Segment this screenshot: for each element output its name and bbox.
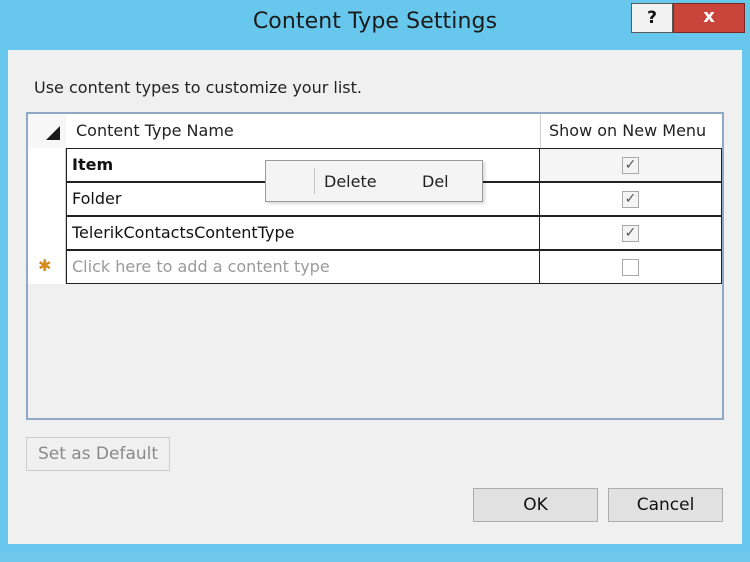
content-types-grid: Content Type Name Show on New Menu Item … <box>26 112 724 420</box>
column-header-name[interactable]: Content Type Name <box>66 114 540 148</box>
row-header[interactable] <box>28 182 66 216</box>
set-as-default-button[interactable]: Set as Default <box>26 437 170 471</box>
check-icon: ✓ <box>624 225 637 241</box>
show-on-new-menu-cell: ✓ <box>540 182 722 216</box>
show-on-new-menu-checkbox[interactable]: ✓ <box>622 157 639 174</box>
context-menu-item-delete[interactable]: Delete <box>324 172 377 191</box>
context-menu-separator <box>314 168 315 194</box>
ok-button[interactable]: OK <box>473 488 598 522</box>
table-row[interactable]: TelerikContactsContentType ✓ <box>28 216 722 250</box>
close-button[interactable]: x <box>673 3 745 33</box>
check-icon: ✓ <box>624 191 637 207</box>
dialog-body: Use content types to customize your list… <box>8 50 742 544</box>
row-header[interactable]: ✱ <box>28 250 66 284</box>
check-icon: ✓ <box>624 157 637 173</box>
title-bar: Content Type Settings ? x <box>0 0 750 50</box>
instructions-text: Use content types to customize your list… <box>34 78 362 97</box>
show-on-new-menu-cell <box>540 250 722 284</box>
context-menu-shortcut: Del <box>422 172 449 191</box>
context-menu: Delete Del <box>265 160 483 202</box>
select-all-corner[interactable] <box>28 114 66 148</box>
sort-triangle-icon <box>46 126 60 140</box>
column-header-show-on-new-menu[interactable]: Show on New Menu <box>540 114 722 148</box>
add-content-type-cell[interactable]: Click here to add a content type <box>66 250 540 284</box>
grid-header-row: Content Type Name Show on New Menu <box>28 114 722 148</box>
new-row-icon: ✱ <box>38 256 52 275</box>
cancel-button[interactable]: Cancel <box>608 488 723 522</box>
dialog-window: Content Type Settings ? x Use content ty… <box>0 0 750 552</box>
show-on-new-menu-checkbox[interactable]: ✓ <box>622 225 639 242</box>
content-type-name-cell[interactable]: TelerikContactsContentType <box>66 216 540 250</box>
show-on-new-menu-checkbox[interactable] <box>622 259 639 276</box>
new-row[interactable]: ✱ Click here to add a content type <box>28 250 722 284</box>
show-on-new-menu-cell: ✓ <box>540 216 722 250</box>
help-button[interactable]: ? <box>631 3 673 33</box>
row-header[interactable] <box>28 216 66 250</box>
show-on-new-menu-checkbox[interactable]: ✓ <box>622 191 639 208</box>
row-header[interactable] <box>28 148 66 182</box>
show-on-new-menu-cell: ✓ <box>540 148 722 182</box>
